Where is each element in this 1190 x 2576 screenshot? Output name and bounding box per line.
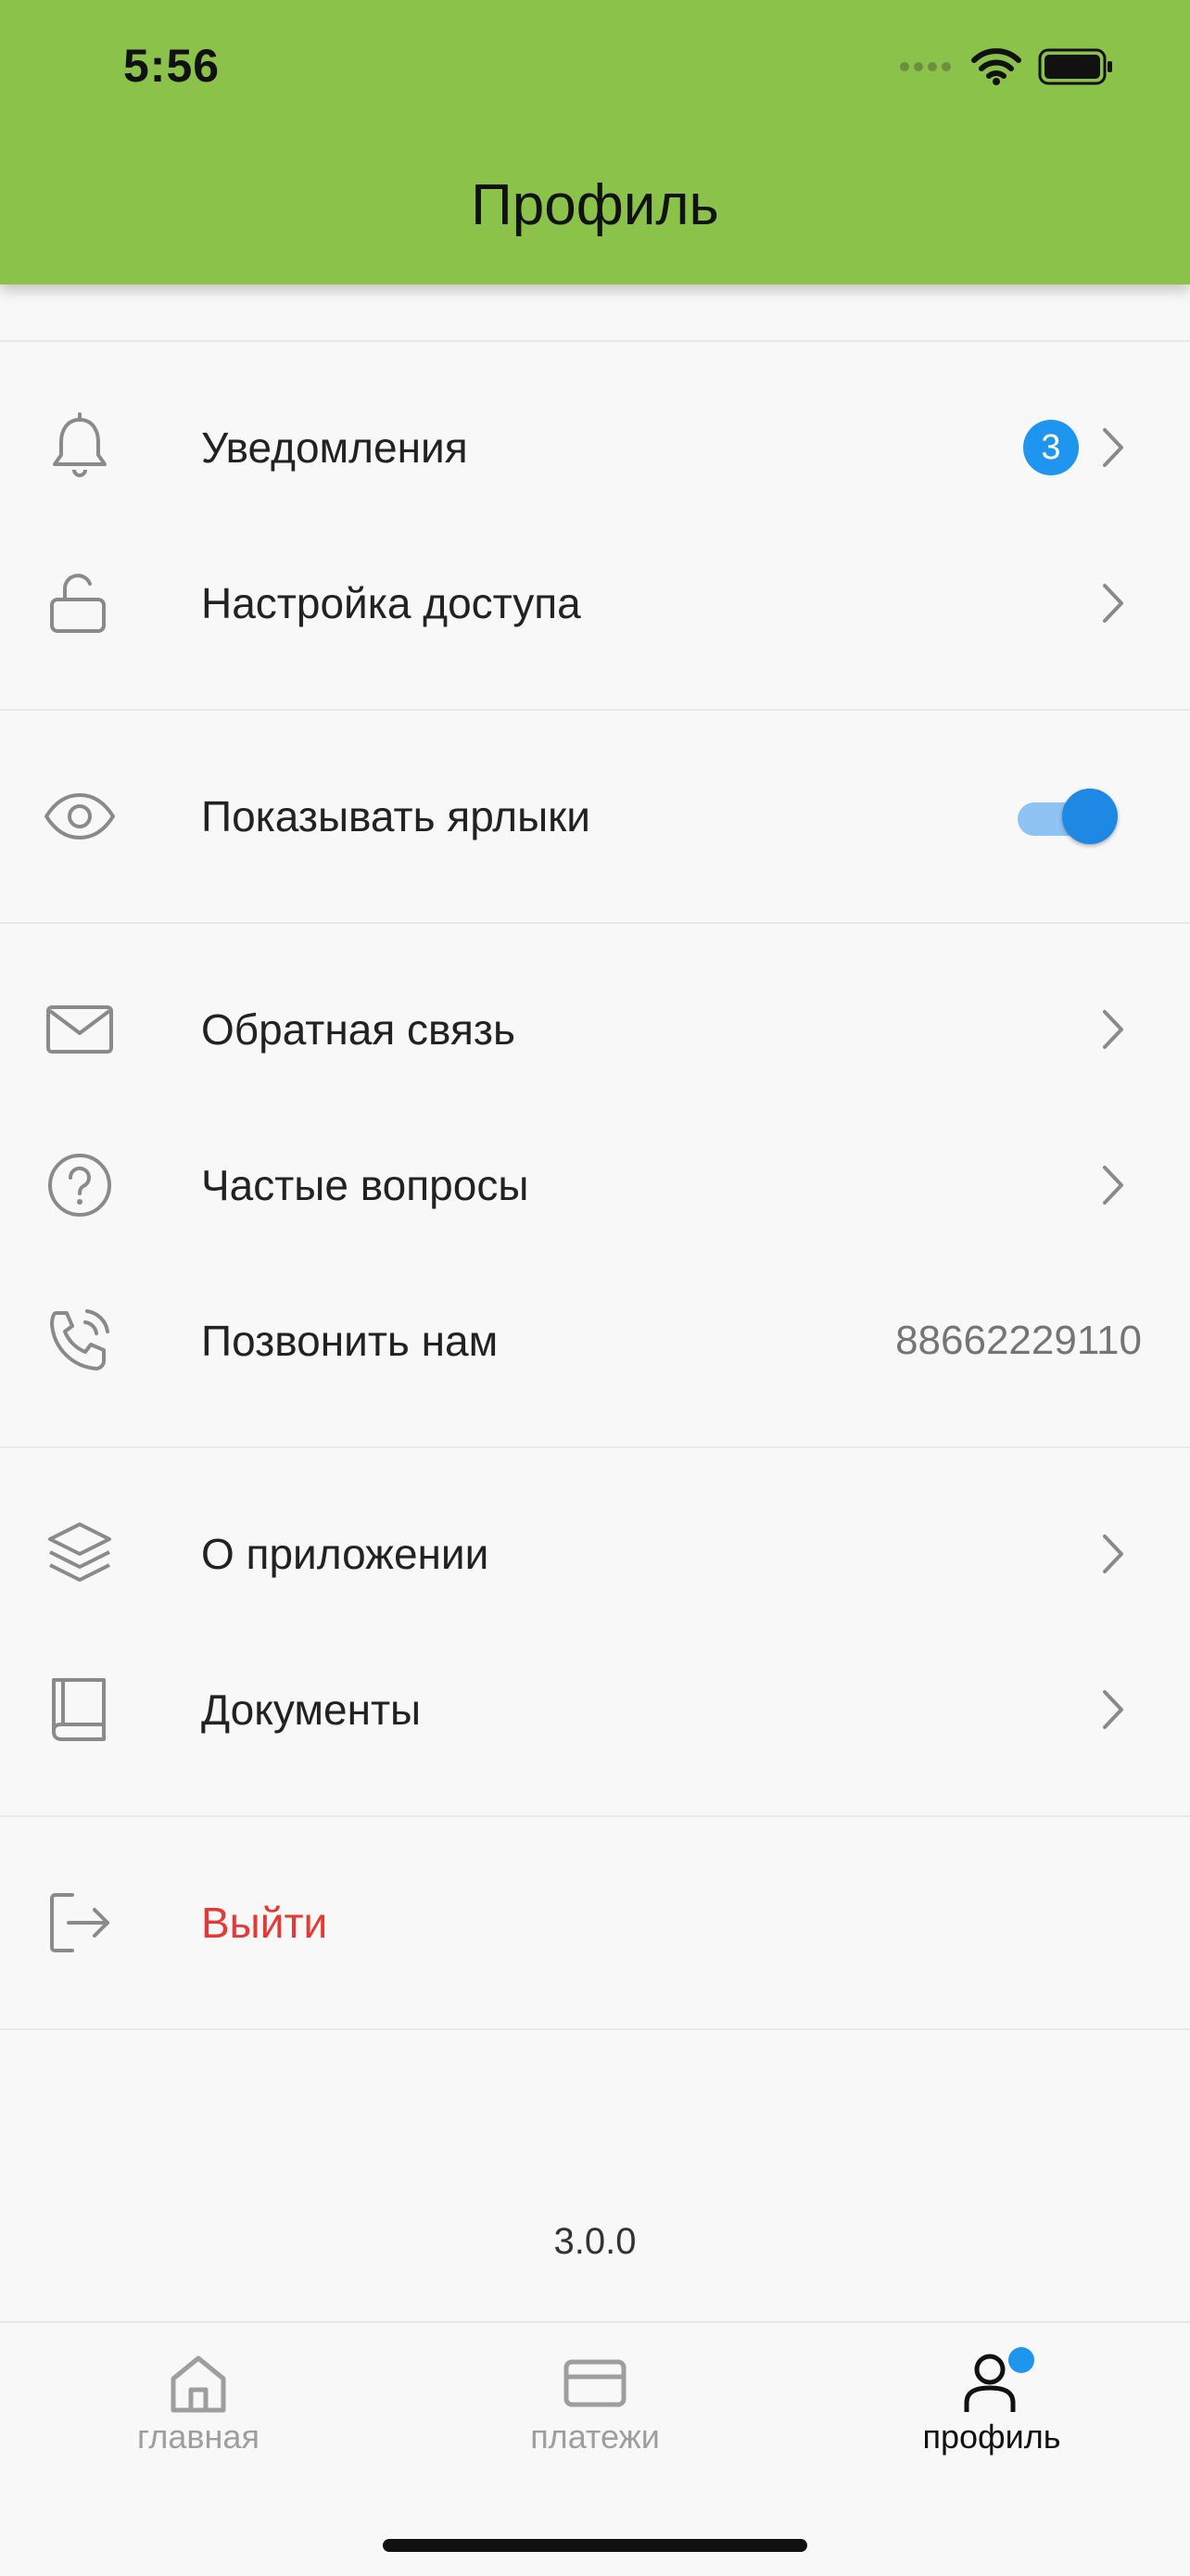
feedback-item[interactable]: Обратная связь: [0, 952, 1190, 1107]
layers-icon: [48, 1522, 111, 1582]
phone-number[interactable]: 88662229110: [895, 1318, 1142, 1364]
notification-dot: [1008, 2347, 1034, 2373]
status-icons: [899, 46, 1114, 87]
question-icon: [48, 1154, 111, 1217]
section-logout: Выйти: [0, 1817, 1190, 2028]
call-us-item[interactable]: Позвонить нам 88662229110: [0, 1263, 1190, 1419]
notifications-badge: 3: [1023, 420, 1079, 475]
about-app-label: О приложении: [201, 1530, 489, 1578]
mail-icon: [46, 1005, 113, 1054]
about-app-item[interactable]: О приложении: [0, 1476, 1190, 1632]
book-icon: [52, 1678, 106, 1741]
tab-profile[interactable]: профиль: [793, 2347, 1190, 2456]
signal-icon: [900, 62, 951, 71]
access-settings-item[interactable]: Настройка доступа: [0, 525, 1190, 681]
chevron-right-icon: [1103, 584, 1123, 623]
logout-label: Выйти: [201, 1899, 328, 1947]
bell-icon: [53, 412, 107, 477]
page-title: Профиль: [471, 173, 719, 237]
logout-icon: [50, 1893, 109, 1952]
chevron-right-icon: [1103, 1166, 1123, 1205]
tab-home[interactable]: главная: [0, 2351, 397, 2456]
faq-item[interactable]: Частые вопросы: [0, 1107, 1190, 1263]
home-icon: [171, 2355, 226, 2413]
tab-payments-label: платежи: [530, 2418, 660, 2456]
wifi-icon: [971, 48, 1021, 85]
chevron-right-icon: [1103, 1534, 1123, 1573]
battery-icon: [1038, 48, 1112, 85]
show-shortcuts-item: Показывать ярлыки: [0, 739, 1190, 894]
show-shortcuts-toggle[interactable]: [1016, 789, 1118, 844]
chevron-right-icon: [1103, 428, 1123, 467]
app-version: 3.0.0: [553, 2221, 637, 2262]
divider: [0, 2028, 1190, 2030]
tab-payments[interactable]: платежи: [397, 2351, 793, 2456]
card-icon: [563, 2359, 627, 2407]
show-shortcuts-label: Показывать ярлыки: [201, 792, 590, 840]
section-support: Обратная связь Частые вопросы Позвонить …: [0, 924, 1190, 1446]
faq-label: Частые вопросы: [201, 1161, 529, 1209]
app-header: 5:56 Профиль: [0, 0, 1190, 284]
notifications-label: Уведомления: [201, 423, 468, 472]
notifications-item[interactable]: Уведомления 3: [0, 370, 1190, 525]
section-account: Уведомления 3 Настройка доступа: [0, 342, 1190, 709]
toggle-thumb: [1062, 789, 1118, 844]
phone-icon: [50, 1309, 109, 1370]
logout-item[interactable]: Выйти: [0, 1845, 1190, 2001]
home-indicator: [383, 2539, 807, 2552]
chevron-right-icon: [1103, 1010, 1123, 1049]
documents-label: Документы: [201, 1686, 422, 1734]
feedback-label: Обратная связь: [201, 1005, 515, 1054]
bottom-tab-bar: главная платежи профиль: [0, 2321, 1190, 2576]
section-info: О приложении Документы: [0, 1448, 1190, 1815]
lock-open-icon: [50, 574, 106, 633]
eye-icon: [44, 793, 115, 840]
tab-home-label: главная: [137, 2418, 260, 2456]
call-us-label: Позвонить нам: [201, 1317, 499, 1365]
section-display: Показывать ярлыки: [0, 711, 1190, 922]
profile-menu: Уведомления 3 Настройка доступа Показыва…: [0, 284, 1190, 2030]
tab-profile-label: профиль: [922, 2418, 1061, 2456]
status-time: 5:56: [123, 40, 221, 92]
documents-item[interactable]: Документы: [0, 1632, 1190, 1787]
access-settings-label: Настройка доступа: [201, 579, 581, 627]
chevron-right-icon: [1103, 1690, 1123, 1729]
